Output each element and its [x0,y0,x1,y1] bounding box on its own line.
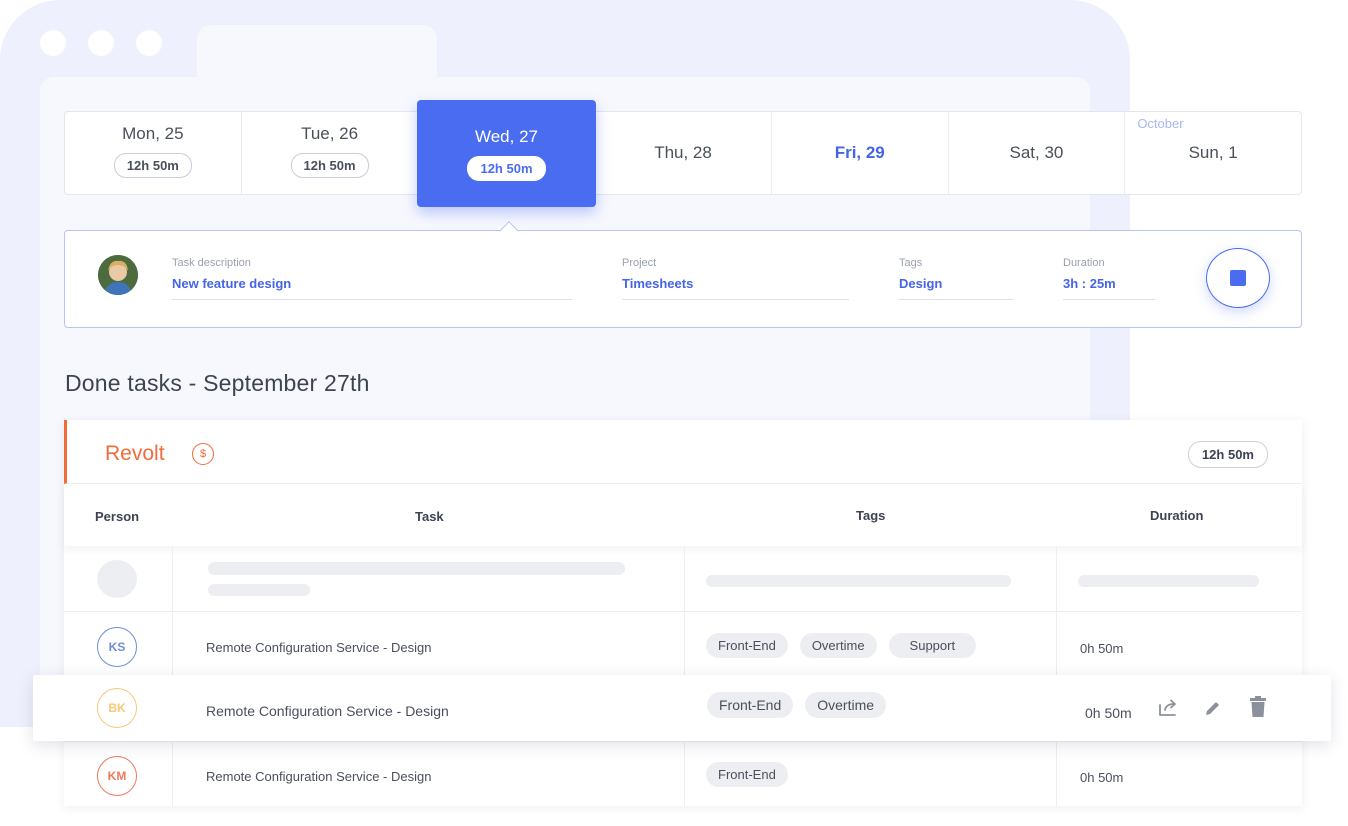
task-description-field[interactable]: Task description New feature design [172,257,572,300]
tag[interactable]: Overtime [805,692,887,718]
day-sun[interactable]: October Sun, 1 [1125,112,1301,194]
tag[interactable]: Overtime [799,633,877,658]
tag[interactable]: Support [888,633,977,658]
field-label: Task description [172,257,251,269]
project-select[interactable]: Timesheets [622,276,849,300]
row-divider [64,611,1302,612]
project-field[interactable]: Project Timesheets [622,257,849,300]
billable-dollar-icon: $ [192,443,214,465]
skeleton-avatar [97,560,137,598]
day-label: Tue, 26 [301,124,359,143]
day-total-badge: 12h 50m [113,153,192,178]
project-name: Revolt [105,442,165,465]
skeleton-line [208,562,625,575]
trash-icon[interactable] [1247,695,1269,717]
skeleton-line [1078,575,1259,587]
column-header-tags: Tags [856,508,886,523]
browser-tab [197,25,437,85]
day-label: Sun, 1 [1188,143,1238,162]
column-header-duration: Duration [1150,508,1204,523]
stop-icon [1230,270,1246,286]
day-sat[interactable]: Sat, 30 [949,112,1126,194]
table-row[interactable]: KS Remote Configuration Service - Design… [64,613,1302,675]
window-dot [136,30,162,56]
stop-timer-button[interactable] [1206,248,1270,308]
avatar: KM [97,756,137,796]
table-row-hovered[interactable]: BK Remote Configuration Service - Design… [33,675,1331,741]
table-header: Person Task Tags Duration [64,484,1302,546]
tag-list: Front-End Overtime Support [706,633,977,658]
avatar: BK [97,688,137,728]
pencil-icon[interactable] [1202,697,1224,719]
time-tracker-card: Task description New feature design Proj… [64,230,1302,328]
tag-list: Front-End [706,762,788,787]
field-label: Tags [899,257,923,269]
day-tue[interactable]: Tue, 26 12h 50m [242,112,419,194]
tag[interactable]: Front-End [707,692,794,718]
project-header: Revolt $ 12h 50m [64,420,1302,484]
task-description-input[interactable]: New feature design [172,276,572,300]
duration-value: 0h 50m [1085,705,1132,721]
day-label: Sat, 30 [1009,143,1064,162]
window-dot [88,30,114,56]
day-label: Mon, 25 [122,124,184,143]
avatar [98,255,138,295]
day-total-badge: 12h 50m [290,153,369,178]
section-title: Done tasks - September 27th [65,370,370,396]
day-thu[interactable]: Thu, 28 [595,112,772,194]
tag[interactable]: Front-End [706,762,788,787]
table-row[interactable]: KM Remote Configuration Service - Design… [64,742,1302,804]
tag-list: Front-End Overtime [707,692,887,718]
duration-value: 0h 50m [1080,641,1124,656]
field-label: Project [622,257,657,269]
week-day-selector: Mon, 25 12h 50m Tue, 26 12h 50m Thu, 28 … [64,111,1302,195]
project-tasks-card: Revolt $ 12h 50m Person Task Tags Durati… [64,420,1302,806]
tags-select[interactable]: Design [899,276,1013,300]
column-header-task: Task [415,509,444,524]
task-name: Remote Configuration Service - Design [206,640,432,655]
duration-input[interactable]: 3h : 25m [1063,276,1155,300]
field-label: Duration [1063,257,1105,269]
skeleton-line [208,584,310,596]
month-label: October [1137,116,1184,131]
day-label: Thu, 28 [654,143,712,162]
duration-value: 0h 50m [1080,770,1124,785]
skeleton-line [706,575,1011,587]
window-dot [40,30,66,56]
tag[interactable]: Front-End [706,633,788,658]
duration-field[interactable]: Duration 3h : 25m [1063,257,1155,300]
project-total-badge: 12h 50m [1187,441,1268,468]
tags-field[interactable]: Tags Design [899,257,1013,300]
day-mon[interactable]: Mon, 25 12h 50m [65,112,242,194]
share-icon[interactable] [1157,697,1179,719]
task-name: Remote Configuration Service - Design [206,769,432,784]
task-name: Remote Configuration Service - Design [206,703,449,719]
day-label: Fri, 29 [834,143,885,162]
avatar: KS [97,627,137,667]
day-fri-today[interactable]: Fri, 29 [772,112,949,194]
day-wed-selected[interactable]: Wed, 27 12h 50m [417,100,596,207]
column-header-person: Person [95,509,140,524]
day-total-badge: 12h 50m [467,155,546,181]
day-label: Wed, 27 [474,126,538,146]
